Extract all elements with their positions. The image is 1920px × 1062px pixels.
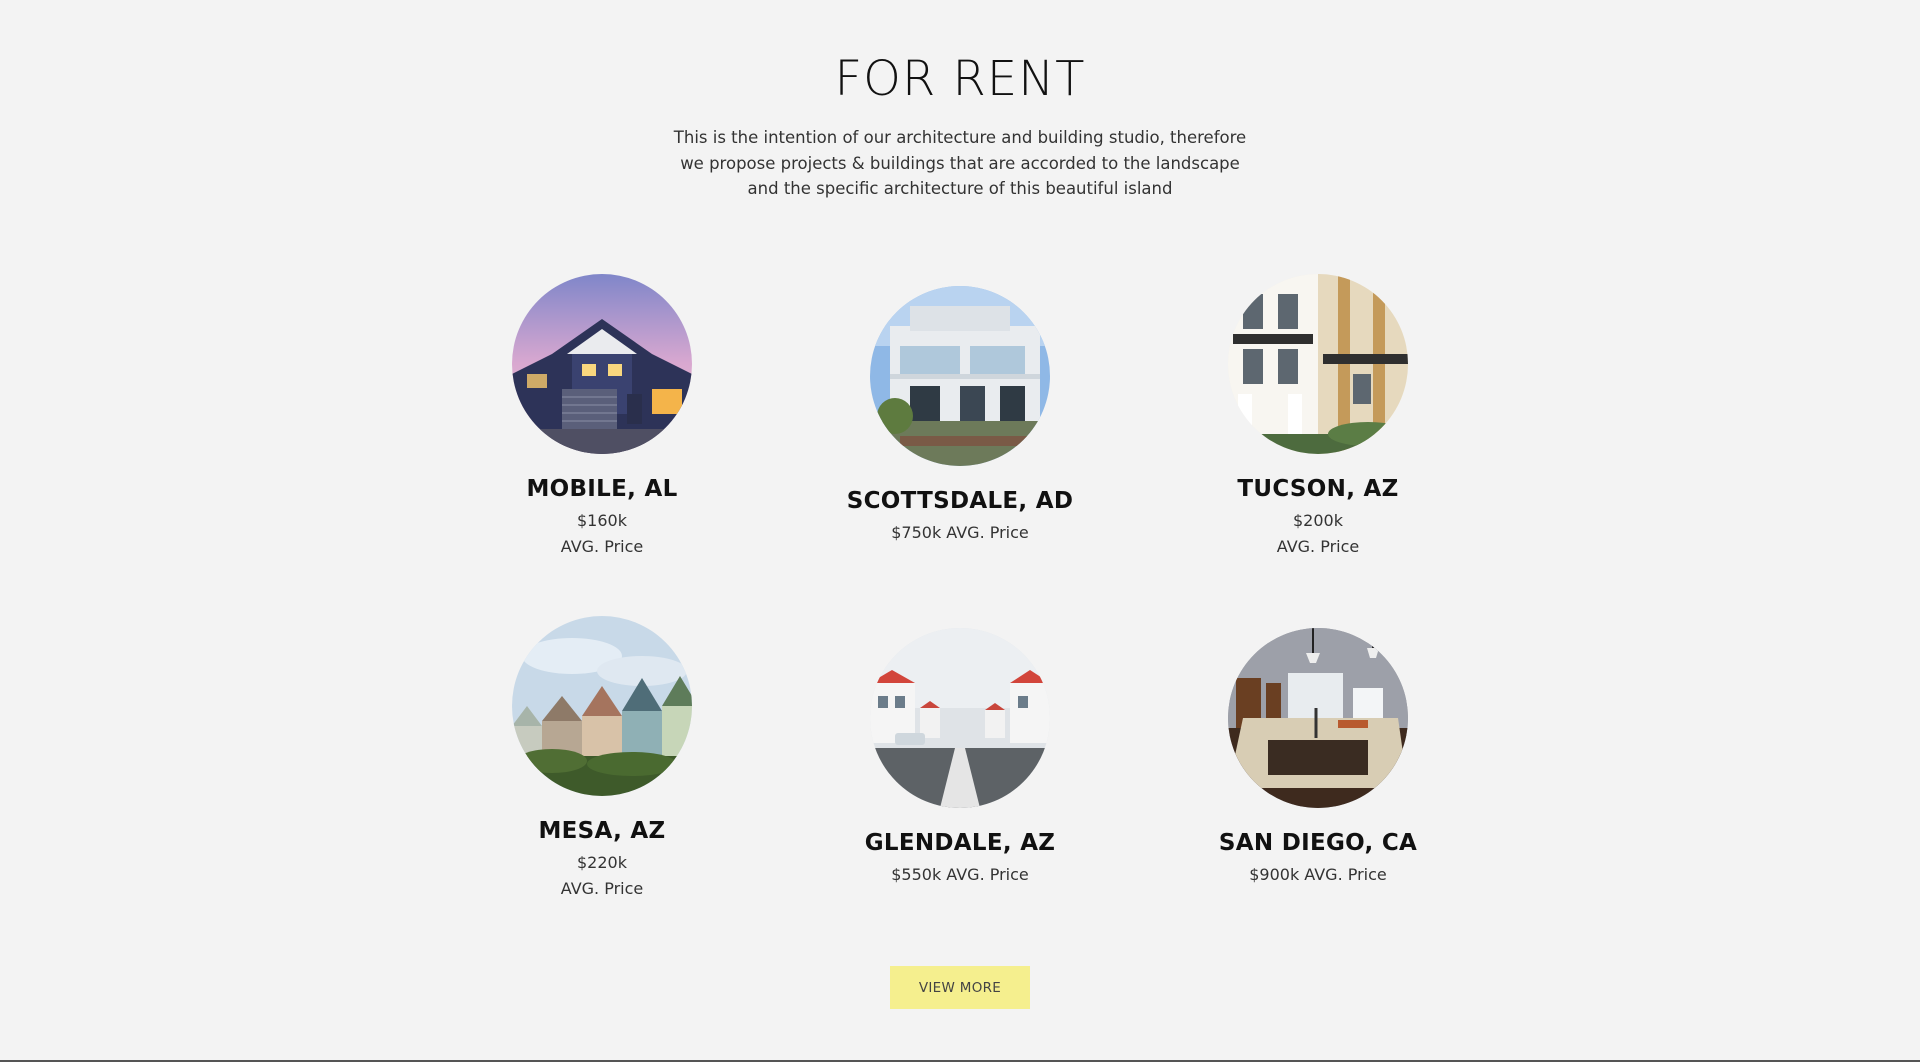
listing-price: $160k AVG. Price xyxy=(452,508,752,560)
price-value: $550k xyxy=(891,865,942,884)
intro-line: and the specific architecture of this be… xyxy=(747,179,1173,198)
listing-city: MESA, AZ xyxy=(538,818,666,844)
listing-price: $200k AVG. Price xyxy=(1168,508,1468,560)
price-value: $160k xyxy=(577,511,627,530)
price-value: $220k xyxy=(577,853,627,872)
intro-line: we propose projects & buildings that are… xyxy=(680,153,1240,173)
section-intro: This is the intention of our architectur… xyxy=(660,125,1260,202)
listing-price: $750k AVG. Price xyxy=(810,520,1110,546)
seaside-street-photo xyxy=(870,628,1050,808)
listing-image[interactable] xyxy=(870,628,1050,808)
price-value: $750k xyxy=(891,523,942,542)
listing-price: $220k AVG. Price xyxy=(452,850,752,902)
listing-price: $550k AVG. Price xyxy=(810,862,1110,888)
listing-card-mobile[interactable]: MOBILE, AL $160k AVG. Price xyxy=(452,274,752,560)
listing-price: $900k AVG. Price xyxy=(1168,862,1468,888)
kitchen-interior-photo xyxy=(1228,628,1408,808)
price-label: AVG. Price xyxy=(1276,537,1360,556)
price-label: AVG. Price xyxy=(560,537,644,556)
listing-city: MOBILE, AL xyxy=(526,476,678,502)
listing-city: TUCSON, AZ xyxy=(1237,476,1399,502)
listing-image[interactable] xyxy=(1228,628,1408,808)
view-more-button[interactable]: VIEW MORE xyxy=(890,966,1030,1009)
listing-image[interactable] xyxy=(870,286,1050,466)
modern-villa-photo xyxy=(870,286,1050,466)
price-value: $900k xyxy=(1249,865,1300,884)
listing-card-scottsdale[interactable]: SCOTTSDALE, AD $750k AVG. Price xyxy=(810,286,1110,546)
townhouse-balcony-photo xyxy=(1228,274,1408,454)
price-label: AVG. Price xyxy=(946,865,1029,884)
listing-card-san-diego[interactable]: SAN DIEGO, CA $900k AVG. Price xyxy=(1168,628,1468,888)
suburban-house-photo xyxy=(512,274,692,454)
listing-card-mesa[interactable]: MESA, AZ $220k AVG. Price xyxy=(452,616,752,902)
listing-city: SCOTTSDALE, AD xyxy=(846,488,1074,514)
section-title: FOR RENT xyxy=(834,51,1086,107)
intro-line: This is the intention of our architectur… xyxy=(673,128,1247,147)
listing-image[interactable] xyxy=(512,274,692,454)
price-label: AVG. Price xyxy=(946,523,1029,542)
listing-image[interactable] xyxy=(512,616,692,796)
victorian-row-houses-photo xyxy=(512,616,692,796)
price-label: AVG. Price xyxy=(1304,865,1387,884)
listing-card-glendale[interactable]: GLENDALE, AZ $550k AVG. Price xyxy=(810,628,1110,888)
listing-city: GLENDALE, AZ xyxy=(864,830,1056,856)
price-value: $200k xyxy=(1293,511,1343,530)
listing-card-tucson[interactable]: TUCSON, AZ $200k AVG. Price xyxy=(1168,274,1468,560)
listing-city: SAN DIEGO, CA xyxy=(1218,830,1418,856)
listing-image[interactable] xyxy=(1228,274,1408,454)
price-label: AVG. Price xyxy=(560,879,644,898)
